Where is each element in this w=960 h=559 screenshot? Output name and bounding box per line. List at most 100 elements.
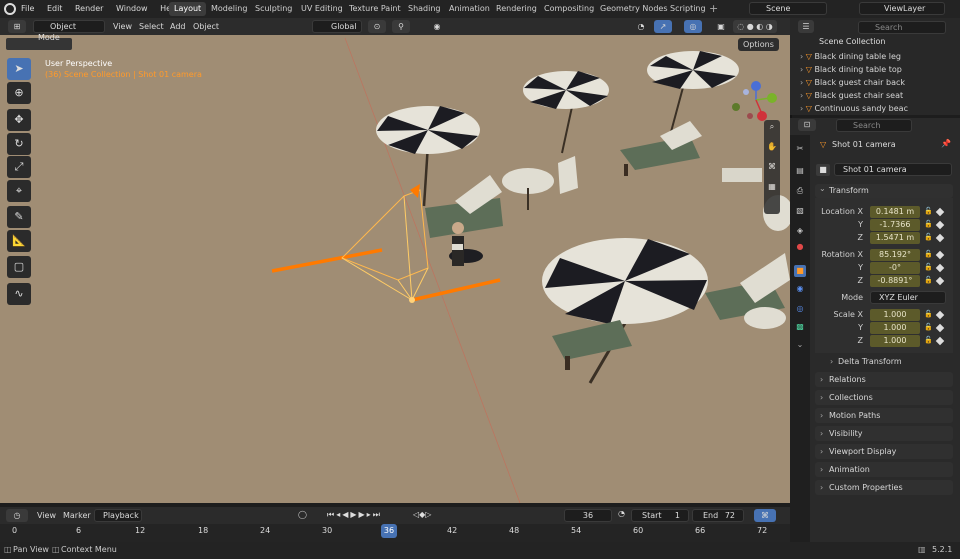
camera-view-icon[interactable]: ⌘	[766, 162, 778, 180]
outliner-search-input[interactable]: Search	[858, 21, 946, 34]
object-data-icon[interactable]: ■	[816, 164, 830, 176]
collections-section[interactable]: Collections	[815, 390, 953, 405]
add-curve-tool-icon[interactable]: ∿	[7, 283, 31, 305]
frame-ruler[interactable]: 0 6 12 18 24 30 36 42 48 54 60 66 72	[0, 524, 790, 542]
tab-compositing[interactable]: Compositing	[539, 2, 599, 16]
add-cube-tool-icon[interactable]: ▢	[7, 256, 31, 278]
outliner-item[interactable]: › ▽ Black dining table leg	[800, 50, 958, 63]
orientation-selector[interactable]: Global	[312, 20, 362, 33]
delta-transform-header[interactable]: › Delta Transform	[828, 355, 952, 368]
object-name-field[interactable]: Shot 01 camera	[834, 163, 952, 176]
transform-tool-icon[interactable]: ⌖	[7, 180, 31, 202]
shading-mode-icons[interactable]: ◌ ● ◐ ◑	[733, 20, 777, 33]
tab-shading[interactable]: Shading	[403, 2, 446, 16]
pivot-icon[interactable]: ⊙	[368, 20, 386, 33]
visibility-icon[interactable]: ◔	[632, 20, 650, 33]
stats-icon[interactable]: ▥	[918, 545, 926, 554]
move-tool-icon[interactable]: ✥	[7, 109, 31, 131]
select-tool-icon[interactable]: ➤	[7, 58, 31, 80]
rotation-mode-select[interactable]: XYZ Euler	[870, 291, 946, 304]
tab-scripting[interactable]: Scripting	[665, 2, 711, 16]
grid-view-icon[interactable]: ▦	[766, 182, 778, 200]
add-workspace-icon[interactable]: +	[709, 2, 718, 15]
scene-selector[interactable]: Scene	[749, 2, 827, 15]
tab-layout[interactable]: Layout	[169, 2, 207, 16]
relations-section[interactable]: Relations	[815, 372, 953, 387]
motion-paths-section[interactable]: Motion Paths	[815, 408, 953, 423]
location-y-field[interactable]: -1.7366	[870, 219, 920, 231]
lock-icon[interactable]: 🔓	[924, 336, 933, 346]
lock-icon[interactable]: 🔓	[924, 233, 933, 243]
outliner-type-icon[interactable]: ☰	[798, 20, 814, 33]
scale-tool-icon[interactable]: ⤢	[7, 156, 31, 178]
scene-collection[interactable]: Scene Collection	[819, 37, 886, 46]
tab-rendering[interactable]: Rendering	[491, 2, 542, 16]
cursor-tool-icon[interactable]: ⊕	[7, 82, 31, 104]
xray-icon[interactable]: ▣	[714, 20, 728, 33]
tool-tab-icon[interactable]: ✂	[794, 143, 806, 155]
lock-icon[interactable]: 🔓	[924, 207, 933, 217]
custom-properties-section[interactable]: Custom Properties	[815, 480, 953, 495]
menu-object[interactable]: Object	[193, 20, 219, 33]
snap-icon[interactable]: ⚲	[392, 20, 410, 33]
lock-icon[interactable]: 🔓	[924, 323, 933, 333]
scale-z-field[interactable]: 1.000	[870, 335, 920, 347]
rotate-tool-icon[interactable]: ↻	[7, 133, 31, 155]
menu-edit[interactable]: Edit	[47, 0, 63, 18]
blender-logo-icon[interactable]	[4, 3, 16, 15]
outliner-item[interactable]: › ▽ Black dining table top	[800, 63, 958, 76]
rotation-x-field[interactable]: 85.192°	[870, 249, 920, 261]
editor-type-icon[interactable]: ⊞	[8, 20, 26, 33]
render-tab-icon[interactable]: ▤	[794, 165, 806, 177]
menu-render[interactable]: Render	[75, 0, 103, 18]
lock-icon[interactable]: 🔓	[924, 276, 933, 286]
properties-search-input[interactable]: Search	[836, 119, 912, 132]
playback-controls[interactable]: ⏮◂◀▶▶▸⏭	[327, 510, 382, 520]
view-layer-selector[interactable]: ViewLayer	[859, 2, 945, 15]
tab-modeling[interactable]: Modeling	[206, 2, 252, 16]
lock-icon[interactable]: 🔓	[924, 250, 933, 260]
location-x-field[interactable]: 0.1481 m	[870, 206, 920, 218]
outliner-item[interactable]: › ▽ Black guest chair back	[800, 76, 958, 89]
gizmo-toggle-icon[interactable]: ↗	[654, 20, 672, 33]
scale-y-field[interactable]: 1.000	[870, 322, 920, 334]
tab-texture-paint[interactable]: Texture Paint	[344, 2, 406, 16]
3d-viewport[interactable]: User Perspective (36) Scene Collection |…	[0, 18, 790, 503]
transform-header[interactable]: ⌄ Transform	[815, 184, 953, 198]
tab-geometry-nodes[interactable]: Geometry Nodes	[595, 2, 672, 16]
rotation-z-field[interactable]: -0.8891°	[870, 275, 920, 287]
playhead[interactable]: 36	[381, 524, 397, 538]
start-frame-field[interactable]: Start 1	[631, 509, 689, 522]
timeline-menu-marker[interactable]: Marker	[63, 509, 91, 522]
current-frame-field[interactable]: 36	[564, 509, 612, 522]
end-frame-field[interactable]: End 72	[692, 509, 744, 522]
zoom-icon[interactable]: ⌕	[766, 122, 778, 140]
visibility-section[interactable]: Visibility	[815, 426, 953, 441]
overlay-toggle-icon[interactable]: ◎	[684, 20, 702, 33]
tab-animation[interactable]: Animation	[444, 2, 495, 16]
tab-uv-editing[interactable]: UV Editing	[296, 2, 348, 16]
auto-key-icon[interactable]: ◯	[298, 510, 307, 519]
menu-window[interactable]: Window	[116, 0, 148, 18]
outliner-item[interactable]: › ▽ Continuous sandy beac	[800, 102, 958, 115]
viewport-display-section[interactable]: Viewport Display	[815, 444, 953, 459]
lock-icon[interactable]: 🔓	[924, 263, 933, 273]
location-z-field[interactable]: 1.5471 m	[870, 232, 920, 244]
rotation-y-field[interactable]: -0°	[870, 262, 920, 274]
proportional-edit-icon[interactable]: ◉	[430, 20, 444, 33]
keying-icon[interactable]: ⌘	[754, 509, 776, 522]
menu-add[interactable]: Add	[170, 20, 186, 33]
options-dropdown[interactable]: Options	[738, 38, 779, 51]
keyframe-nav-icons[interactable]: ◁◆▷	[413, 510, 431, 519]
properties-type-icon[interactable]: ⊡	[798, 119, 816, 131]
menu-view[interactable]: View	[113, 20, 132, 33]
measure-tool-icon[interactable]: 📐	[7, 230, 31, 252]
lock-icon[interactable]: 🔓	[924, 220, 933, 230]
hand-pan-icon[interactable]: ✋	[766, 142, 778, 160]
animation-section[interactable]: Animation	[815, 462, 953, 477]
output-tab-icon[interactable]: ⎙	[794, 185, 806, 197]
tab-sculpting[interactable]: Sculpting	[250, 2, 297, 16]
outliner-item[interactable]: › ▽ Black guest chair seat	[800, 89, 958, 102]
annotate-tool-icon[interactable]: ✎	[7, 206, 31, 228]
playback-dropdown[interactable]: Playback	[94, 509, 142, 522]
